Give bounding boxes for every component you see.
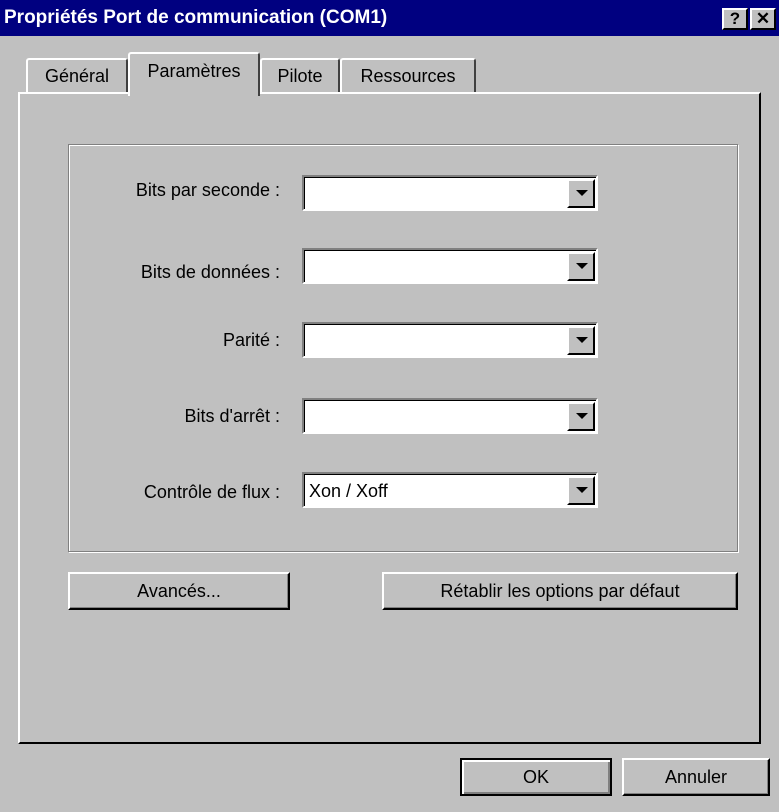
chevron-down-icon: [576, 487, 588, 493]
tab-parametres[interactable]: Paramètres: [128, 52, 260, 96]
close-icon: ✕: [755, 9, 771, 28]
tab-pilote[interactable]: Pilote: [260, 58, 340, 94]
dropdown-button[interactable]: [567, 252, 595, 281]
data-bits-combo[interactable]: [302, 248, 598, 284]
dropdown-button[interactable]: [567, 179, 595, 208]
restore-defaults-button[interactable]: Rétablir les options par défaut: [382, 572, 738, 610]
tab-label: Ressources: [360, 66, 456, 86]
chevron-down-icon: [576, 337, 588, 343]
data-bits-label: Bits de données :: [140, 262, 280, 282]
dropdown-button[interactable]: [567, 476, 595, 505]
flow-control-label: Contrôle de flux :: [143, 482, 280, 502]
chevron-down-icon: [576, 263, 588, 269]
tab-label: Paramètres: [147, 61, 241, 81]
tab-label: Général: [44, 66, 110, 86]
flow-control-value: Xon / Xoff: [309, 481, 388, 501]
help-button[interactable]: ?: [722, 8, 748, 30]
title-bar: Propriétés Port de communication (COM1) …: [0, 0, 779, 36]
window-title: Propriétés Port de communication (COM1): [4, 7, 388, 28]
help-icon: ?: [729, 9, 741, 28]
stop-bits-combo[interactable]: [302, 398, 598, 434]
parity-combo[interactable]: [302, 322, 598, 358]
dropdown-button[interactable]: [567, 402, 595, 431]
tab-general[interactable]: Général: [26, 58, 128, 94]
dropdown-button[interactable]: [567, 326, 595, 355]
chevron-down-icon: [576, 190, 588, 196]
tab-label: Pilote: [277, 66, 323, 86]
bits-per-second-label: Bits par seconde :: [135, 180, 280, 200]
stop-bits-label: Bits d'arrêt :: [184, 406, 280, 426]
parity-label: Parité :: [222, 330, 280, 350]
chevron-down-icon: [576, 413, 588, 419]
advanced-button[interactable]: Avancés...: [68, 572, 290, 610]
ok-button[interactable]: OK: [460, 758, 612, 796]
tab-ressources[interactable]: Ressources: [340, 58, 476, 94]
bits-per-second-combo[interactable]: [302, 175, 598, 211]
close-button[interactable]: ✕: [750, 8, 776, 30]
flow-control-combo[interactable]: Xon / Xoff: [302, 472, 598, 508]
cancel-button[interactable]: Annuler: [622, 758, 770, 796]
